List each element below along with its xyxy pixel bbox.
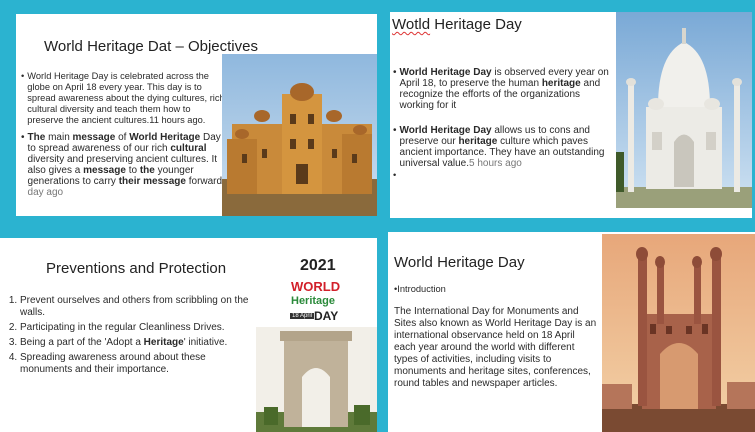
slide-title: Preventions and Protection (46, 260, 227, 277)
objective-bullet-1: • World Heritage Day is celebrated across… (21, 71, 225, 125)
list-item: Being a part of the 'Adopt a Heritage' i… (20, 337, 258, 349)
poster-line1: WORLD (291, 279, 341, 294)
india-gate-icon (256, 327, 377, 432)
poster-line2: Heritage (291, 295, 336, 307)
slide-wotld-heritage[interactable]: Wotld Heritage Day • World Heritage Day i… (390, 12, 752, 218)
heritage-bullet-2: • World Heritage Day allows us to cons an… (393, 125, 605, 169)
bullet-icon: • (393, 125, 397, 136)
taj-mahal-photo (616, 12, 752, 208)
slide-objectives[interactable]: World Heritage Dat – Objectives • World H… (16, 14, 377, 216)
slide-title: World Heritage Day (394, 254, 525, 271)
poster-date: 18 April (290, 313, 315, 319)
list-item: Spreading awareness around about these m… (20, 352, 258, 376)
world-heritage-poster: 2021 WORLD Heritage 18 April DAY (256, 245, 377, 432)
poster-day: DAY (314, 309, 339, 323)
bullet-icon: • (393, 67, 397, 78)
intro-paragraph: The International Day for Monuments and … (394, 306, 597, 389)
list-item: Prevent ourselves and others from scribb… (20, 295, 258, 319)
bullet-icon: • (21, 71, 25, 81)
heritage-bullet-1: • World Heritage Day is observed every ye… (393, 67, 609, 111)
fort-photo (222, 54, 377, 216)
empty-bullet: • (393, 170, 397, 180)
objective-bullet-2: • The main message of World Heritage Day… (21, 132, 231, 198)
list-item: Participating in the regular Cleanliness… (20, 322, 258, 334)
prevention-list: Prevent ourselves and others from scribb… (8, 295, 258, 379)
charminar-photo (602, 234, 755, 432)
bullet-icon: • (21, 132, 25, 143)
intro-bullet: •Introduction (394, 284, 446, 294)
poster-year: 2021 (300, 257, 336, 274)
slide-preventions[interactable]: Preventions and Protection Prevent ourse… (0, 238, 377, 432)
slide-title: Wotld Heritage Day (392, 16, 522, 33)
slide-world-heritage-day[interactable]: World Heritage Day •Introduction The Int… (388, 232, 755, 432)
slide-title: World Heritage Dat – Objectives (44, 38, 258, 55)
